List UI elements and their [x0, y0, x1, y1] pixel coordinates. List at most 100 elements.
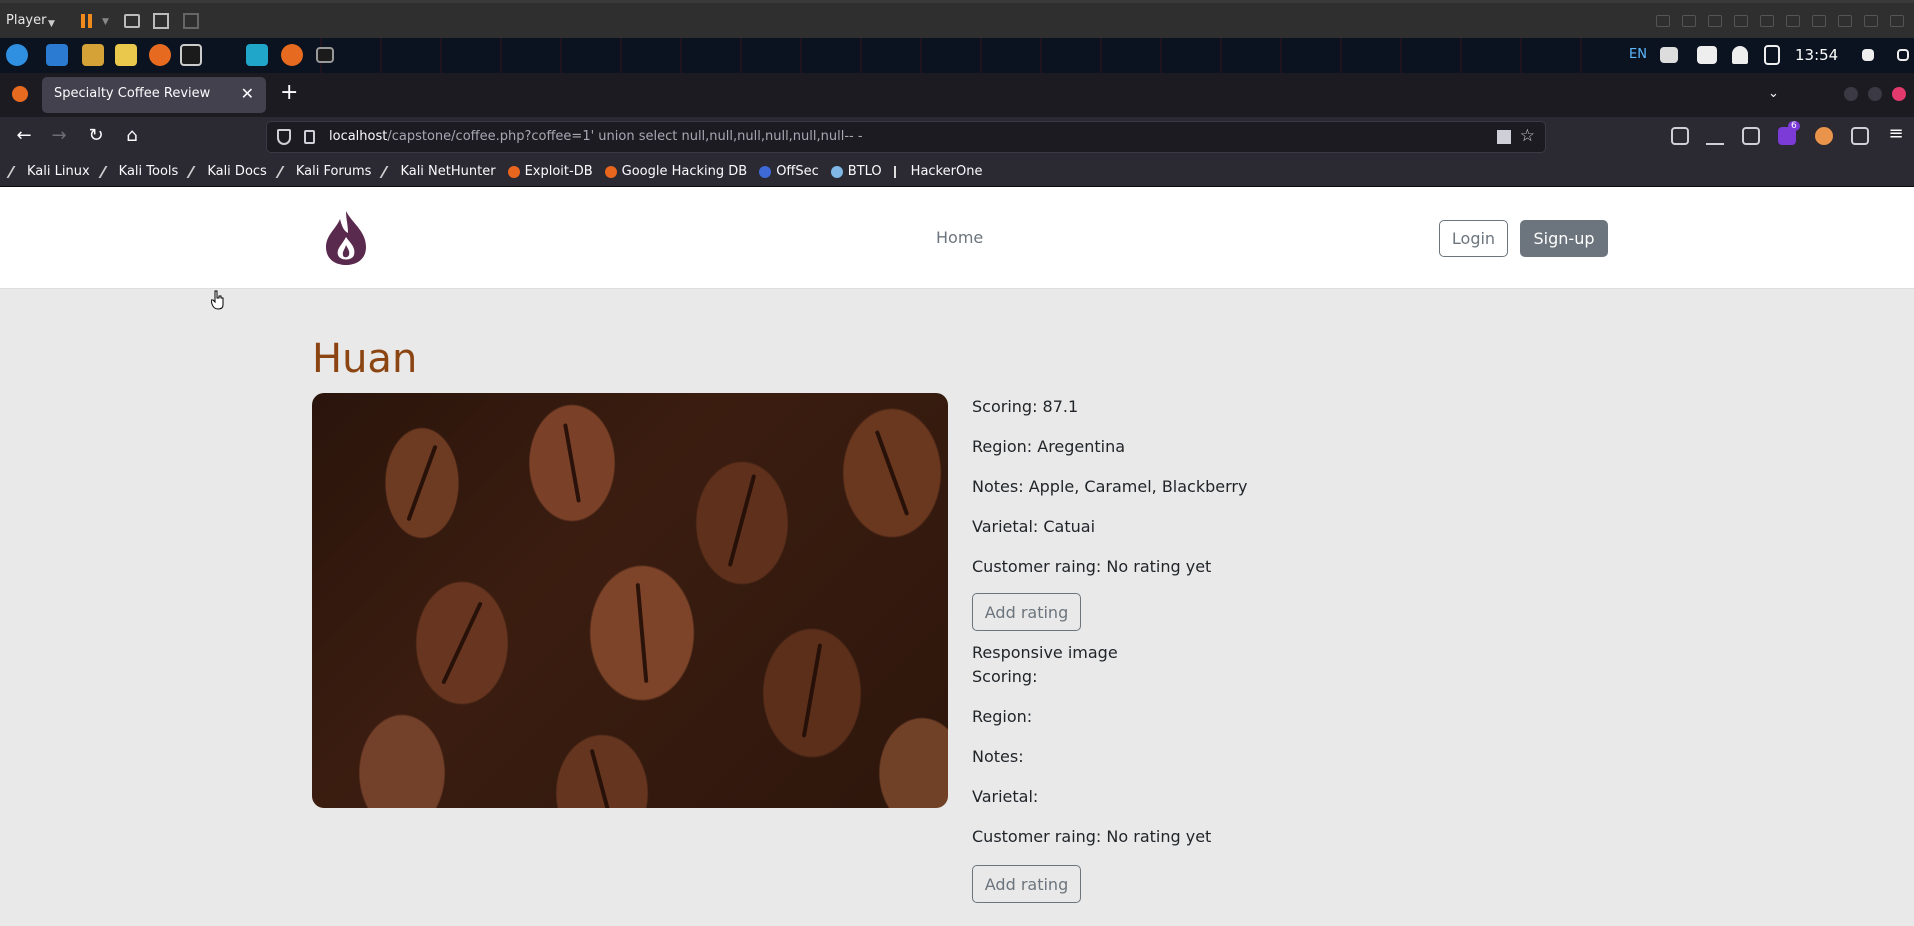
flame-logo-icon[interactable]	[322, 209, 370, 267]
nav-home-link[interactable]: Home	[936, 228, 983, 247]
exploit-db-icon	[507, 165, 520, 178]
kali-dragon-icon	[6, 165, 26, 178]
foxyproxy-icon[interactable]	[1815, 127, 1833, 145]
signup-button[interactable]: Sign-up	[1520, 220, 1608, 257]
coffee-beans-image	[312, 393, 948, 808]
injected-varietal: Varietal:	[972, 787, 1039, 806]
firefox-view-icon[interactable]	[12, 86, 28, 102]
injected-region: Region:	[972, 707, 1033, 726]
bookmark-kali-docs[interactable]: Kali Docs	[186, 164, 267, 179]
firefox-window-icon[interactable]	[281, 44, 303, 66]
injected-add-rating-button[interactable]: Add rating	[972, 865, 1081, 903]
bookmark-label: Kali NetHunter	[400, 164, 496, 179]
close-tab-icon[interactable]: ✕	[241, 84, 254, 103]
bookmark-exploit-db[interactable]: Exploit-DB	[507, 164, 593, 179]
player-menu-chevron-icon[interactable]: ▼	[48, 19, 55, 29]
tab-strip: Specialty Coffee Review ✕ + ⌄	[0, 73, 1914, 117]
tracking-protection-icon[interactable]	[277, 129, 291, 145]
keyboard-layout[interactable]: EN	[1629, 47, 1647, 62]
app-icon[interactable]	[246, 44, 268, 66]
text-editor-icon[interactable]	[115, 44, 137, 66]
coffee-name-heading: Huan	[312, 336, 418, 382]
hand-cursor-icon	[211, 290, 224, 310]
btlo-icon	[830, 165, 843, 178]
unity-icon	[183, 13, 199, 29]
file-manager-icon[interactable]	[82, 44, 104, 66]
bookmark-kali-forums[interactable]: Kali Forums	[275, 164, 372, 179]
injected-notes: Notes:	[972, 747, 1024, 766]
extension-badge-count: 6	[1788, 121, 1800, 131]
bookmark-label: HackerOne	[910, 164, 983, 179]
lock-icon[interactable]	[1862, 49, 1874, 61]
bookmark-label: Kali Linux	[27, 164, 90, 179]
hackerone-icon	[893, 165, 906, 178]
bookmark-star-icon[interactable]: ☆	[1520, 126, 1535, 146]
bookmark-hackerone[interactable]: HackerOne	[893, 164, 983, 179]
bookmarks-toolbar: Kali Linux Kali Tools Kali Docs Kali For…	[0, 157, 1914, 187]
url-text[interactable]: localhost/capstone/coffee.php?coffee=1' …	[329, 129, 863, 144]
send-ctrl-alt-del-icon[interactable]	[124, 14, 140, 28]
coffee-scoring: Scoring: 87.1	[972, 397, 1079, 416]
close-window-icon[interactable]	[1892, 87, 1906, 101]
active-tab[interactable]: Specialty Coffee Review ✕	[42, 77, 266, 113]
show-desktop-icon[interactable]	[46, 44, 68, 66]
battery-icon[interactable]	[1764, 45, 1780, 65]
bookmark-label: Kali Tools	[118, 164, 179, 179]
login-button[interactable]: Login	[1439, 220, 1508, 257]
fullscreen-icon[interactable]	[153, 13, 169, 29]
player-toolbar: Player ▼ ▼	[0, 0, 1914, 38]
bookmark-label: Kali Docs	[207, 164, 267, 179]
coffee-notes: Notes: Apple, Caramel, Blackberry	[972, 477, 1248, 496]
minimize-icon[interactable]	[1844, 87, 1858, 101]
volume-icon[interactable]	[1697, 46, 1717, 64]
web-page: Home Login Sign-up Huan Scoring: 87.1 Re…	[0, 187, 1914, 926]
player-menu[interactable]: Player	[6, 13, 46, 28]
terminal-window-icon[interactable]	[316, 47, 334, 63]
pause-menu-chevron-icon[interactable]: ▼	[102, 17, 109, 27]
terminal-icon[interactable]	[180, 44, 202, 66]
bookmark-kali-nethunter[interactable]: Kali NetHunter	[379, 164, 496, 179]
coffee-region: Region: Aregentina	[972, 437, 1126, 456]
home-icon[interactable]: ⌂	[120, 125, 144, 146]
firefox-icon[interactable]	[149, 44, 171, 66]
url-bar[interactable]: localhost/capstone/coffee.php?coffee=1' …	[266, 121, 1546, 153]
reload-icon[interactable]: ↻	[84, 125, 108, 146]
url-host: localhost	[329, 129, 388, 144]
injected-customer-rating: Customer raing: No rating yet	[972, 827, 1212, 846]
clock[interactable]: 13:54	[1795, 46, 1838, 64]
maximize-icon[interactable]	[1868, 87, 1882, 101]
page-info-icon[interactable]	[304, 130, 315, 144]
menu-icon[interactable]: ≡	[1884, 123, 1908, 144]
device-status-icons	[1656, 15, 1904, 27]
bookmark-label: Exploit-DB	[524, 164, 593, 179]
new-tab-icon[interactable]: +	[280, 82, 298, 104]
bookmark-google-hacking-db[interactable]: Google Hacking DB	[604, 164, 747, 179]
bookmark-kali-linux[interactable]: Kali Linux	[6, 164, 90, 179]
forward-icon[interactable]: →	[47, 125, 71, 146]
navigation-toolbar: ← → ↻ ⌂ localhost/capstone/coffee.php?co…	[0, 117, 1914, 157]
network-icon[interactable]	[1660, 47, 1678, 63]
bookmark-kali-tools[interactable]: Kali Tools	[98, 164, 179, 179]
back-icon[interactable]: ←	[12, 125, 36, 146]
qr-code-icon[interactable]	[1497, 130, 1511, 144]
apps-icon[interactable]	[1851, 127, 1869, 145]
pause-icon[interactable]	[78, 12, 96, 30]
notifications-icon[interactable]	[1732, 46, 1748, 64]
url-path: /capstone/coffee.php?coffee=1' union sel…	[387, 129, 863, 144]
tab-title: Specialty Coffee Review	[54, 86, 211, 101]
bookmark-label: Kali Forums	[295, 164, 372, 179]
kali-dragon-icon	[186, 165, 206, 178]
pocket-icon[interactable]	[1671, 127, 1689, 145]
add-rating-button[interactable]: Add rating	[972, 593, 1081, 631]
downloads-icon[interactable]	[1706, 127, 1724, 145]
kali-menu-icon[interactable]	[6, 44, 28, 66]
site-header: Home Login Sign-up	[0, 187, 1914, 289]
ghdb-icon	[604, 165, 617, 178]
list-all-tabs-icon[interactable]: ⌄	[1768, 86, 1779, 101]
bookmark-label: BTLO	[847, 164, 882, 179]
broken-image-alt-text: Responsive image	[972, 643, 1118, 662]
power-icon[interactable]	[1897, 49, 1909, 61]
bookmark-btlo[interactable]: BTLO	[830, 164, 882, 179]
extensions-icon[interactable]	[1742, 127, 1760, 145]
bookmark-offsec[interactable]: OffSec	[759, 164, 819, 179]
